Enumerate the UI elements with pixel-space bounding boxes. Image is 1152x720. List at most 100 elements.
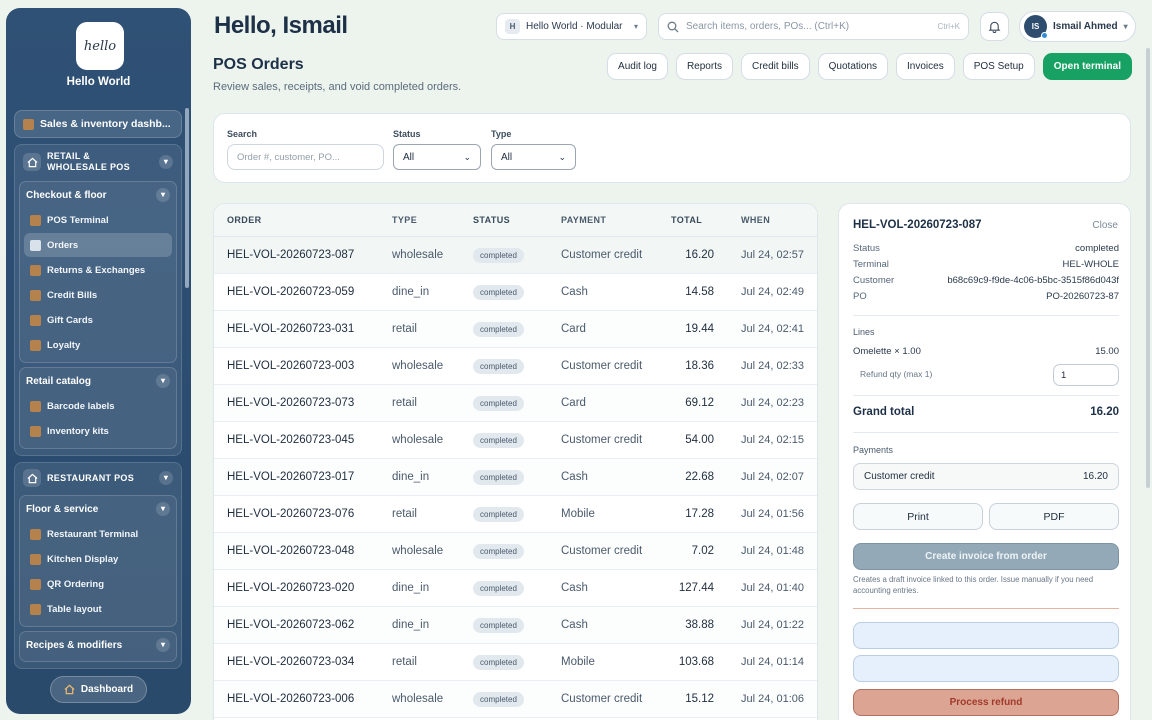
sidebar-section-header[interactable]: Recipes & modifiers ▾ — [20, 635, 176, 657]
type-cell: retail — [392, 397, 417, 409]
global-search-input[interactable]: Search items, orders, POs... (Ctrl+K) Ct… — [658, 13, 969, 40]
status-cell: completed — [473, 469, 561, 485]
column-header-total[interactable]: TOTAL — [659, 215, 714, 225]
table-row[interactable]: HEL-VOL-20260723-034 retail completed Mobil… — [214, 644, 817, 681]
table-row[interactable]: HEL-VOL-20260723-062 dine_in completed Cash… — [214, 607, 817, 644]
sidebar-item-qr-ordering[interactable]: QR Ordering — [24, 572, 172, 596]
column-header-when[interactable]: WHEN — [714, 215, 806, 225]
payment-cell: Mobile — [561, 656, 595, 668]
chevron-down-icon[interactable]: ▾ — [159, 155, 173, 169]
filter-card: Search Order #, customer, PO... Status A… — [213, 113, 1131, 183]
quotations-button[interactable]: Quotations — [817, 53, 889, 80]
status-select-value: All — [403, 151, 415, 163]
audit-log-button[interactable]: Audit log — [607, 53, 668, 80]
sidebar-section-header[interactable]: Retail catalog ▾ — [20, 371, 176, 393]
sidebar-section-header[interactable]: Floor & service ▾ — [20, 499, 176, 521]
order-cell: HEL-VOL-20260723-034 — [227, 656, 355, 668]
chevron-down-icon[interactable]: ▾ — [156, 374, 170, 388]
user-name: Ismail Ahmed — [1053, 21, 1118, 32]
refund-qty-input[interactable]: 1 — [1053, 364, 1119, 386]
order-search-input[interactable]: Order #, customer, PO... — [227, 144, 384, 170]
pos-setup-button[interactable]: POS Setup — [962, 53, 1035, 80]
sidebar-item-credit-bills[interactable]: Credit Bills — [24, 283, 172, 307]
sidebar-item-table-layout[interactable]: Table layout — [24, 597, 172, 621]
when-cell: Jul 24, 02:57 — [741, 249, 804, 261]
table-row[interactable]: HEL-VOL-20260723-045 wholesale completed Cu… — [214, 422, 817, 459]
sidebar-section-header[interactable]: Checkout & floor ▾ — [20, 185, 176, 207]
table-row[interactable]: HEL-VOL-20260723-048 wholesale completed Cu… — [214, 533, 817, 570]
table-row[interactable]: HEL-VOL-20260723-073 retail completed Card 6… — [214, 385, 817, 422]
refund-reason-field[interactable] — [853, 622, 1119, 649]
pdf-button[interactable]: PDF — [989, 503, 1119, 530]
open-terminal-button[interactable]: Open terminal — [1042, 53, 1132, 80]
user-menu[interactable]: IS Ismail Ahmed ▾ — [1019, 11, 1136, 42]
when-cell: Jul 24, 01:40 — [741, 582, 804, 594]
table-row[interactable]: HEL-VOL-20260723-059 dine_in completed Cash… — [214, 274, 817, 311]
refund-note-field[interactable] — [853, 655, 1119, 682]
status-badge: completed — [473, 395, 524, 411]
order-cell: HEL-VOL-20260723-073 — [227, 397, 355, 409]
status-badge: completed — [473, 358, 524, 374]
table-row[interactable]: HEL-VOL-20260723-020 dine_in completed Cash… — [214, 570, 817, 607]
sidebar-item-sales-dashboard[interactable]: Sales & inventory dashb... — [14, 110, 182, 138]
order-cell: HEL-VOL-20260723-020 — [227, 582, 355, 594]
chevron-down-icon[interactable]: ▾ — [156, 638, 170, 652]
when-cell: Jul 24, 01:06 — [741, 693, 804, 705]
chevron-down-icon[interactable]: ▾ — [159, 471, 173, 485]
status-badge: completed — [473, 654, 524, 670]
barcode-icon — [30, 400, 41, 412]
sidebar-group-header[interactable]: RESTAURANT POS ▾ — [19, 467, 177, 491]
order-cell: HEL-VOL-20260723-006 — [227, 693, 355, 705]
sidebar-item-barcode-labels[interactable]: Barcode labels — [24, 394, 172, 418]
workspace-select[interactable]: H Hello World · Modular ▾ — [496, 13, 647, 40]
column-header-payment[interactable]: PAYMENT — [561, 215, 659, 225]
table-row[interactable]: HEL-VOL-20260723-006 wholesale completed Cu… — [214, 681, 817, 718]
close-button[interactable]: Close — [1092, 220, 1118, 231]
reports-button[interactable]: Reports — [675, 53, 733, 80]
dashboard-button[interactable]: Dashboard — [50, 676, 147, 703]
sidebar-item-label: Inventory kits — [47, 425, 109, 437]
sidebar-section-checkout-floor: Checkout & floor ▾ POS Terminal Orders R… — [19, 181, 177, 363]
sidebar-item-loyalty[interactable]: Loyalty — [24, 333, 172, 357]
sidebar-item-gift-cards[interactable]: Gift Cards — [24, 308, 172, 332]
page-scrollbar[interactable] — [1146, 48, 1150, 488]
table-row[interactable]: HEL-VOL-20260723-087 wholesale completed Cu… — [214, 237, 817, 274]
sidebar-group-header[interactable]: RETAIL & WHOLESALE POS ▾ — [19, 149, 177, 177]
process-refund-button[interactable]: Process refund — [853, 689, 1119, 716]
table-row[interactable]: HEL-VOL-20260723-031 retail completed Card 1… — [214, 311, 817, 348]
sidebar-item-returns-exchanges[interactable]: Returns & Exchanges — [24, 258, 172, 282]
table-body: HEL-VOL-20260723-087 wholesale completed Cu… — [214, 237, 817, 718]
table-row[interactable]: HEL-VOL-20260723-003 wholesale completed Cu… — [214, 348, 817, 385]
invoices-button[interactable]: Invoices — [896, 53, 955, 80]
credit-bills-button[interactable]: Credit bills — [740, 53, 810, 80]
order-cell: HEL-VOL-20260723-003 — [227, 360, 355, 372]
table-row[interactable]: HEL-VOL-20260723-076 retail completed Mobil… — [214, 496, 817, 533]
sidebar-item-pos-terminal[interactable]: POS Terminal — [24, 208, 172, 232]
column-header-type[interactable]: TYPE — [392, 215, 473, 225]
credit-bills-icon — [30, 289, 41, 301]
order-cell: HEL-VOL-20260723-059 — [227, 286, 355, 298]
detail-field-po: PO PO-20260723-87 — [853, 291, 1119, 302]
column-header-order[interactable]: ORDER — [214, 215, 392, 225]
status-select[interactable]: All ⌄ — [393, 144, 481, 170]
sidebar-item-restaurant-terminal[interactable]: Restaurant Terminal — [24, 522, 172, 546]
create-invoice-button[interactable]: Create invoice from order — [853, 543, 1119, 570]
sidebar: hello Hello World Sales & inventory dash… — [6, 8, 191, 714]
sidebar-item-inventory-kits[interactable]: Inventory kits — [24, 419, 172, 443]
sidebar-item-orders[interactable]: Orders — [24, 233, 172, 257]
bell-icon — [988, 21, 1001, 33]
type-cell: dine_in — [392, 286, 430, 298]
type-cell: wholesale — [392, 434, 444, 446]
total-cell: 19.44 — [685, 323, 714, 335]
status-cell: completed — [473, 358, 561, 374]
notifications-button[interactable] — [980, 12, 1009, 41]
chevron-down-icon[interactable]: ▾ — [156, 502, 170, 516]
type-select[interactable]: All ⌄ — [491, 144, 576, 170]
sidebar-scrollbar[interactable] — [185, 108, 189, 288]
column-header-status[interactable]: STATUS — [473, 215, 561, 225]
chevron-down-icon[interactable]: ▾ — [156, 188, 170, 202]
sidebar-item-kitchen-display[interactable]: Kitchen Display — [24, 547, 172, 571]
print-button[interactable]: Print — [853, 503, 983, 530]
table-row[interactable]: HEL-VOL-20260723-017 dine_in completed Cash… — [214, 459, 817, 496]
brand-logo[interactable]: hello — [76, 22, 124, 70]
